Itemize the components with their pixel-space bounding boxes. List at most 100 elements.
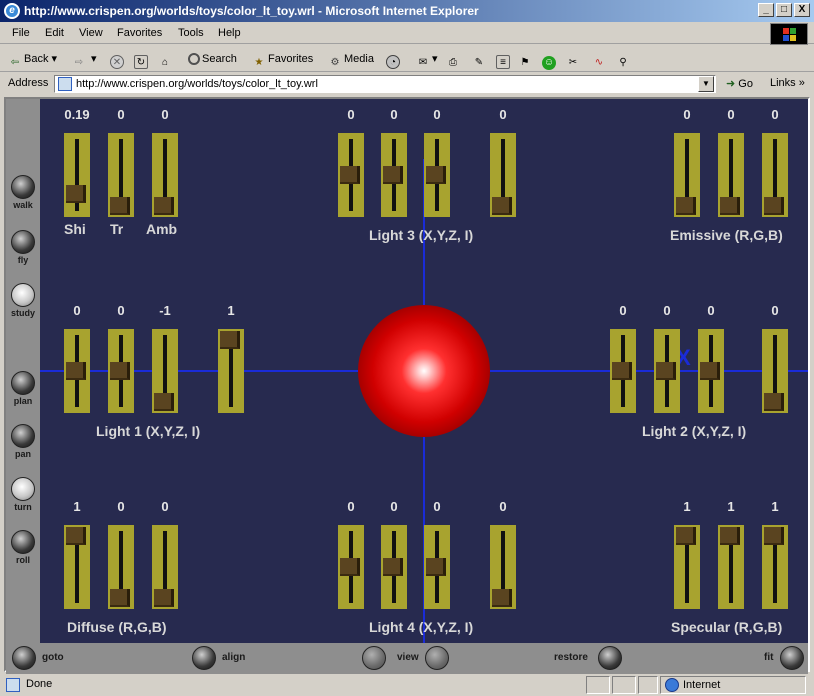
menu-favorites[interactable]: Favorites — [117, 27, 162, 39]
refresh-button[interactable]: ↻ — [134, 50, 150, 69]
light4-slider-knob-1[interactable] — [383, 558, 403, 576]
forward-button[interactable]: ⇨ ▾ — [72, 50, 97, 68]
emissive-slider-knob-1[interactable] — [720, 197, 740, 215]
nav-fly[interactable]: fly — [6, 230, 40, 265]
fit-button[interactable]: fit — [752, 646, 804, 670]
light1-slider-knob-2[interactable] — [154, 393, 174, 411]
address-dropdown[interactable]: ▼ — [698, 76, 714, 92]
specular-slider-knob-0[interactable] — [676, 527, 696, 545]
light1-slider-knob-1[interactable] — [110, 362, 130, 380]
light2-slider-knob-3[interactable] — [764, 393, 784, 411]
minimize-button[interactable]: _ — [758, 3, 774, 17]
nav-roll[interactable]: roll — [6, 530, 40, 565]
light2-slider-1[interactable] — [654, 329, 680, 413]
discuss-button[interactable]: ≡ — [496, 50, 512, 69]
light2-slider-3[interactable] — [762, 329, 788, 413]
light3-slider-1[interactable] — [381, 133, 407, 217]
nav-turn[interactable]: turn — [6, 477, 40, 512]
light1-slider-knob-3[interactable] — [220, 331, 240, 349]
light4-slider-knob-2[interactable] — [426, 558, 446, 576]
maximize-button[interactable]: □ — [776, 3, 792, 17]
light3-slider-knob-3[interactable] — [492, 197, 512, 215]
nav-plan[interactable]: plan — [6, 371, 40, 406]
light4-slider-2[interactable] — [424, 525, 450, 609]
tools-button[interactable]: ✂ — [566, 50, 582, 68]
light1-slider-1[interactable] — [108, 329, 134, 413]
specular-slider-2[interactable] — [762, 525, 788, 609]
material-slider-2[interactable] — [152, 133, 178, 217]
stop-button[interactable]: ✕ — [110, 50, 126, 69]
links-button[interactable]: Links » — [770, 77, 805, 89]
light2-slider-0[interactable] — [610, 329, 636, 413]
light2-slider-knob-0[interactable] — [612, 362, 632, 380]
view-next-icon[interactable] — [425, 646, 449, 670]
light3-slider-3[interactable] — [490, 133, 516, 217]
diffuse-slider-knob-0[interactable] — [66, 527, 86, 545]
home-button[interactable]: ⌂ — [158, 50, 174, 68]
light1-slider-knob-0[interactable] — [66, 362, 86, 380]
related-button[interactable]: ⚲ — [616, 50, 632, 68]
light3-slider-0[interactable] — [338, 133, 364, 217]
emissive-slider-2[interactable] — [762, 133, 788, 217]
messenger-button[interactable]: ☺ — [542, 50, 558, 70]
diffuse-slider-2[interactable] — [152, 525, 178, 609]
menu-view[interactable]: View — [79, 27, 103, 39]
light4-slider-1[interactable] — [381, 525, 407, 609]
nav-walk[interactable]: walk — [6, 175, 40, 210]
light4-slider-0[interactable] — [338, 525, 364, 609]
diffuse-slider-0[interactable] — [64, 525, 90, 609]
addon-button[interactable]: ∿ — [590, 50, 610, 68]
emissive-slider-1[interactable] — [718, 133, 744, 217]
restore-button[interactable]: restore — [554, 646, 624, 670]
light3-slider-knob-2[interactable] — [426, 166, 446, 184]
align-button[interactable]: align — [192, 646, 262, 670]
menu-help[interactable]: Help — [218, 27, 241, 39]
menu-edit[interactable]: Edit — [45, 27, 64, 39]
light4-slider-knob-0[interactable] — [340, 558, 360, 576]
menu-file[interactable]: File — [12, 27, 30, 39]
back-button[interactable]: ⇦ Back ▾ — [8, 50, 57, 68]
light2-slider-knob-2[interactable] — [700, 362, 720, 380]
search-button[interactable]: Search — [188, 50, 237, 68]
diffuse-slider-1[interactable] — [108, 525, 134, 609]
light2-slider-knob-1[interactable] — [656, 362, 676, 380]
history-button[interactable]: ◔ — [386, 50, 402, 69]
material-slider-knob-0[interactable] — [66, 185, 86, 204]
light3-slider-2[interactable] — [424, 133, 450, 217]
emissive-slider-knob-2[interactable] — [764, 197, 784, 215]
light2-slider-2[interactable] — [698, 329, 724, 413]
emissive-slider-knob-0[interactable] — [676, 197, 696, 215]
research-button[interactable]: ⚑ — [518, 50, 534, 68]
material-slider-knob-1[interactable] — [110, 197, 130, 215]
diffuse-slider-knob-2[interactable] — [154, 589, 174, 607]
print-button[interactable]: ⎙ — [446, 50, 462, 68]
emissive-slider-0[interactable] — [674, 133, 700, 217]
material-slider-1[interactable] — [108, 133, 134, 217]
light3-slider-knob-1[interactable] — [383, 166, 403, 184]
material-slider-knob-2[interactable] — [154, 197, 174, 215]
specular-slider-knob-2[interactable] — [764, 527, 784, 545]
3d-scene[interactable]: X Light 3 (X,Y,Z, I) Emissive (R,G,B) Li… — [40, 99, 808, 643]
specular-slider-0[interactable] — [674, 525, 700, 609]
address-input[interactable]: http://www.crispen.org/worlds/toys/color… — [54, 75, 716, 93]
light4-slider-3[interactable] — [490, 525, 516, 609]
light1-slider-0[interactable] — [64, 329, 90, 413]
mail-button[interactable]: ✉ ▾ — [416, 50, 438, 68]
menu-tools[interactable]: Tools — [178, 27, 204, 39]
media-button[interactable]: ⚙ Media — [328, 50, 374, 68]
goto-button[interactable]: goto — [10, 646, 70, 670]
diffuse-slider-knob-1[interactable] — [110, 589, 130, 607]
light3-slider-knob-0[interactable] — [340, 166, 360, 184]
light1-slider-2[interactable] — [152, 329, 178, 413]
view-previous-icon[interactable] — [362, 646, 386, 670]
nav-study[interactable]: study — [6, 283, 40, 318]
material-slider-0[interactable] — [64, 133, 90, 217]
nav-pan[interactable]: pan — [6, 424, 40, 459]
light1-slider-3[interactable] — [218, 329, 244, 413]
favorites-button[interactable]: ★ Favorites — [252, 50, 314, 68]
red-sphere[interactable] — [358, 305, 490, 437]
close-button[interactable]: X — [794, 3, 810, 17]
edit-page-button[interactable]: ✎ — [472, 50, 488, 68]
specular-slider-1[interactable] — [718, 525, 744, 609]
specular-slider-knob-1[interactable] — [720, 527, 740, 545]
